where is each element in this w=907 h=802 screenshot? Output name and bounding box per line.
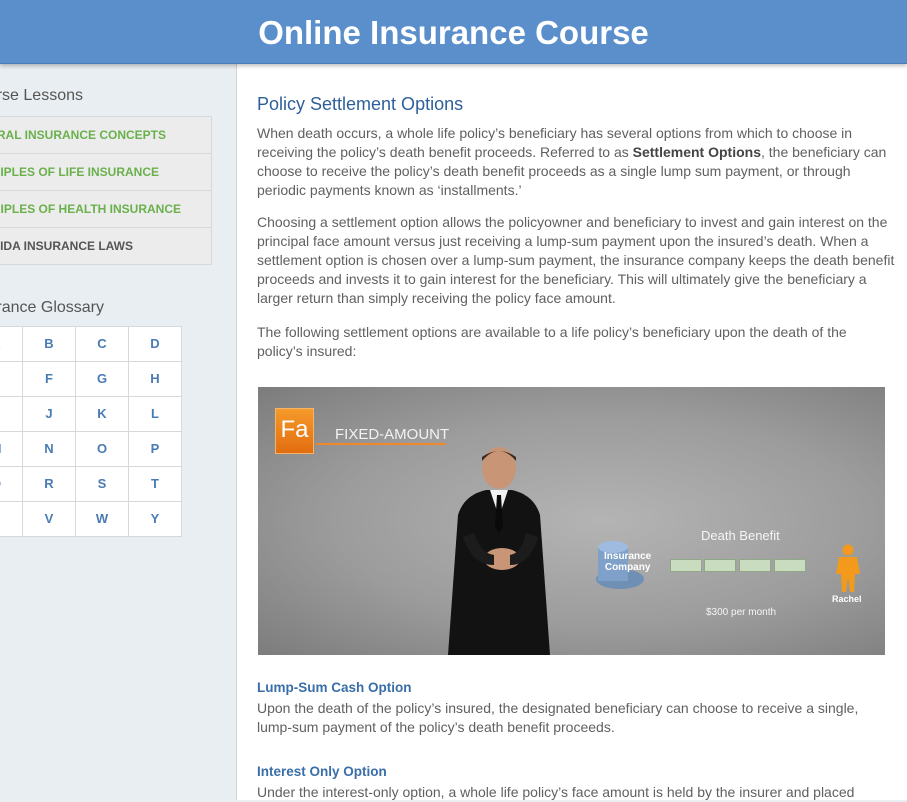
glossary-letter-s[interactable]: S xyxy=(75,466,129,502)
beneficiary-person-icon xyxy=(836,544,860,592)
money-bill-icon xyxy=(739,559,771,572)
insurance-glossary-heading: Insurance Glossary xyxy=(0,299,104,316)
header-bar: Online Insurance Course xyxy=(0,0,907,64)
lesson-list: GENERAL INSURANCE CONCEPTS PRINCIPLES OF… xyxy=(0,116,212,265)
glossary-letter-p[interactable]: P xyxy=(128,431,182,467)
glossary-letter-t[interactable]: T xyxy=(128,466,182,502)
glossary-letter-q[interactable]: Q xyxy=(0,466,23,502)
insurance-company-label: Insurance Company xyxy=(604,551,652,573)
glossary-letter-c[interactable]: C xyxy=(75,326,129,362)
money-bill-icon xyxy=(704,559,736,572)
glossary-letter-y[interactable]: Y xyxy=(128,501,182,537)
main-content: Policy Settlement Options When death occ… xyxy=(236,63,907,800)
glossary-letter-g[interactable]: G xyxy=(75,361,129,397)
lump-sum-heading: Lump-Sum Cash Option xyxy=(257,680,412,695)
options-intro-paragraph: The following settlement options are ava… xyxy=(257,324,847,359)
glossary-letter-k[interactable]: K xyxy=(75,396,129,432)
death-benefit-label: Death Benefit xyxy=(701,528,780,543)
lesson-label: PRINCIPLES OF HEALTH INSURANCE xyxy=(0,202,181,216)
lesson-principles-of-life-insurance[interactable]: PRINCIPLES OF LIFE INSURANCE xyxy=(0,154,212,191)
page-title: Policy Settlement Options xyxy=(257,94,464,114)
lesson-label: GENERAL INSURANCE CONCEPTS xyxy=(0,128,166,142)
glossary-letter-h[interactable]: H xyxy=(128,361,182,397)
glossary-letter-n[interactable]: N xyxy=(22,431,76,467)
sidebar: Course Lessons GENERAL INSURANCE CONCEPT… xyxy=(0,63,235,800)
lesson-label: FLORIDA INSURANCE LAWS xyxy=(0,239,133,253)
beneficiary-name-label: Rachel xyxy=(832,594,862,604)
settlement-options-term: Settlement Options xyxy=(632,144,761,160)
money-bill-icon xyxy=(670,559,702,572)
glossary-letter-w[interactable]: W xyxy=(75,501,129,537)
money-bill-icon xyxy=(774,559,806,572)
glossary-letter-m[interactable]: M xyxy=(0,431,23,467)
per-month-label: $300 per month xyxy=(706,607,777,618)
glossary-letter-d[interactable]: D xyxy=(128,326,182,362)
lesson-florida-insurance-laws[interactable]: FLORIDA INSURANCE LAWS xyxy=(0,228,212,265)
glossary-letter-r[interactable]: R xyxy=(22,466,76,502)
glossary-letter-l[interactable]: L xyxy=(128,396,182,432)
glossary-letter-b[interactable]: B xyxy=(22,326,76,362)
glossary-letter-u[interactable]: U xyxy=(0,501,23,537)
glossary-letter-e[interactable]: E xyxy=(0,361,23,397)
fixed-amount-video[interactable]: Fa FIXED-AMOUNT Insurance Company Death … xyxy=(258,387,885,655)
interest-only-text: Under the interest-only option, a whole … xyxy=(257,784,855,800)
site-title: Online Insurance Course xyxy=(258,14,649,51)
glossary-letter-v[interactable]: V xyxy=(22,501,76,537)
lesson-principles-of-health-insurance[interactable]: PRINCIPLES OF HEALTH INSURANCE xyxy=(0,191,212,228)
glossary-letter-f[interactable]: F xyxy=(22,361,76,397)
lump-sum-text: Upon the death of the policy’s insured, … xyxy=(257,700,859,735)
glossary-letter-j[interactable]: J xyxy=(22,396,76,432)
lesson-general-insurance-concepts[interactable]: GENERAL INSURANCE CONCEPTS xyxy=(0,116,212,154)
glossary-letter-a[interactable]: A xyxy=(0,326,23,362)
interest-only-heading: Interest Only Option xyxy=(257,764,387,779)
glossary-letter-o[interactable]: O xyxy=(75,431,129,467)
intro-paragraph: When death occurs, a whole life policy’s… xyxy=(257,125,887,198)
glossary-letter-i[interactable]: I xyxy=(0,396,23,432)
settlement-choice-paragraph: Choosing a settlement option allows the … xyxy=(257,214,895,306)
course-lessons-heading: Course Lessons xyxy=(0,87,83,104)
presenter-figure xyxy=(448,447,550,655)
lesson-label: PRINCIPLES OF LIFE INSURANCE xyxy=(0,165,159,179)
